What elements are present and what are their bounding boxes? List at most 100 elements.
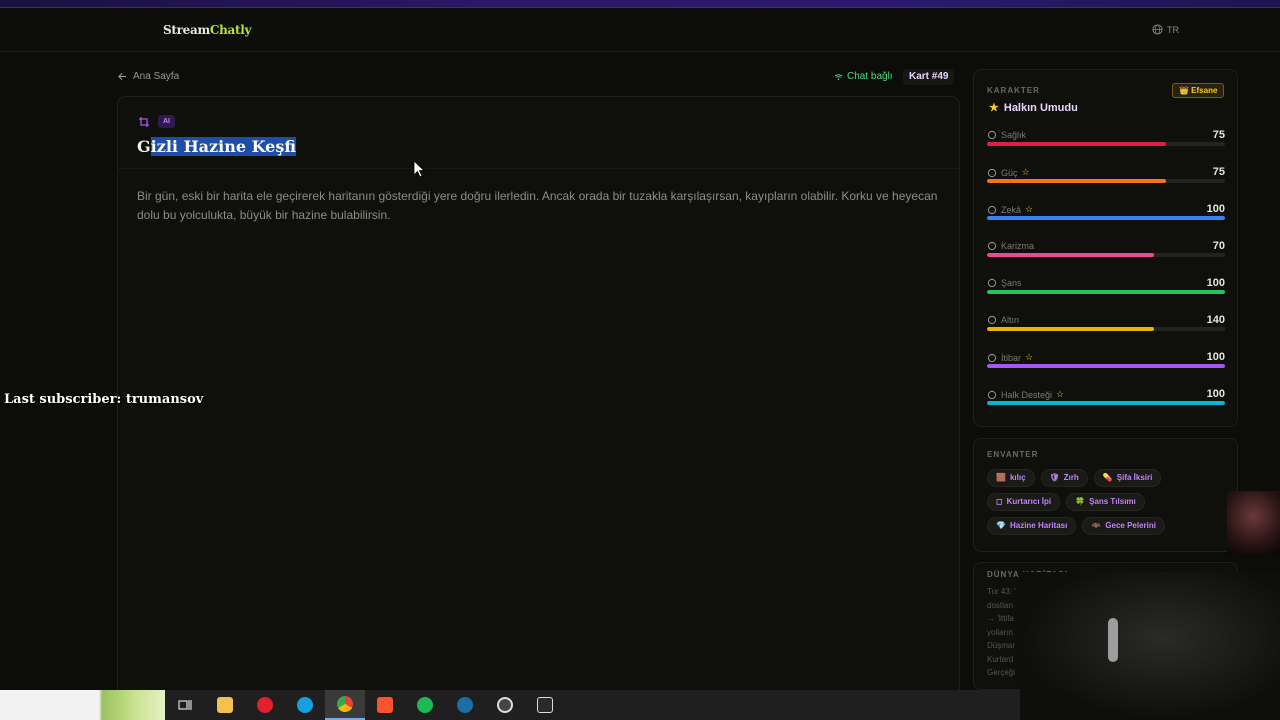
stat-label: Halk Desteği ☆ bbox=[987, 389, 1064, 400]
world-log-line: Düşmar bbox=[987, 641, 1016, 650]
stat-value: 75 bbox=[1212, 166, 1225, 178]
star-outline-icon: ☆ bbox=[1025, 352, 1034, 362]
spotify-icon[interactable] bbox=[405, 690, 445, 720]
item-icon: 🦇 bbox=[1091, 521, 1102, 530]
obs-icon[interactable] bbox=[485, 690, 525, 720]
chat-status-label: Chat bağlı bbox=[847, 71, 893, 82]
item-icon: 💎 bbox=[996, 521, 1006, 530]
stat-bar bbox=[987, 401, 1225, 405]
crop-icon bbox=[139, 117, 149, 127]
rank-badge: 👑 Efsane bbox=[1172, 83, 1225, 98]
stat-label: İtibar ☆ bbox=[987, 352, 1033, 363]
stat-label: Altın bbox=[987, 315, 1019, 325]
brave-icon[interactable] bbox=[365, 690, 405, 720]
inventory-items: 🟫 kılıç 🛡 Zırh 💊 Şifa İksiri ◻ Kurtarıcı İpi 🍀 Şa… bbox=[987, 469, 1227, 535]
skype-icon[interactable] bbox=[285, 690, 325, 720]
stat-bar-fill bbox=[987, 327, 1154, 331]
story-title: Gizli Hazine Keşfi bbox=[137, 137, 296, 156]
inventory-section-label: ENVANTER bbox=[987, 450, 1039, 459]
stat-bar-fill bbox=[987, 401, 1225, 405]
heart-icon bbox=[987, 130, 997, 140]
stat-value: 100 bbox=[1206, 388, 1225, 400]
taskbar-search[interactable] bbox=[0, 690, 165, 720]
world-log-line: dostları bbox=[987, 600, 1014, 610]
mouse-cursor-icon bbox=[413, 160, 425, 178]
item-icon: ◻ bbox=[996, 497, 1003, 506]
webcam-overlay-small bbox=[1227, 491, 1280, 554]
world-log-line: Tur 43: ' bbox=[987, 587, 1016, 596]
world-log: Tur 43: ' dostları → 'İttifa yolların Düşmar… bbox=[987, 585, 1016, 680]
arrow-left-icon bbox=[118, 72, 127, 81]
stat-bar-fill bbox=[987, 364, 1225, 368]
opera-icon[interactable] bbox=[245, 690, 285, 720]
back-label: Ana Sayfa bbox=[133, 71, 180, 82]
stat-bar-fill bbox=[987, 253, 1154, 257]
file-explorer-icon[interactable] bbox=[205, 690, 245, 720]
stat-bar bbox=[987, 290, 1225, 294]
stat-value: 100 bbox=[1206, 277, 1225, 289]
stat-bar-fill bbox=[987, 216, 1225, 220]
webcam-overlay bbox=[1020, 572, 1280, 720]
globe-icon bbox=[1152, 24, 1163, 35]
logo[interactable]: StreamChatly bbox=[163, 23, 251, 37]
star-outline-icon: ☆ bbox=[1056, 389, 1065, 399]
navbar: StreamChatly TR bbox=[0, 8, 1280, 52]
stat-bar-fill bbox=[987, 179, 1166, 183]
character-section-label: KARAKTER bbox=[987, 86, 1040, 95]
stat-row: Zekâ ☆ 100 bbox=[987, 203, 1225, 234]
inventory-panel: ENVANTER 🟫 kılıç 🛡 Zırh 💊 Şifa İksiri ◻ Kurtarı… bbox=[973, 438, 1238, 552]
stat-bar bbox=[987, 327, 1225, 331]
epic-games-icon[interactable] bbox=[525, 690, 565, 720]
stat-row: Sağlık 75 bbox=[987, 129, 1225, 160]
back-link[interactable]: Ana Sayfa bbox=[118, 71, 179, 82]
stat-row: Karizma 70 bbox=[987, 240, 1225, 271]
stat-bar bbox=[987, 216, 1225, 220]
stream-overlay-strip bbox=[0, 0, 1280, 8]
star-icon: ★ bbox=[989, 102, 999, 114]
inventory-item[interactable]: 🦇 Gece Pelerini bbox=[1082, 517, 1165, 535]
chrome-icon[interactable] bbox=[325, 690, 365, 720]
star-outline-icon: ☆ bbox=[1025, 204, 1034, 214]
item-icon: 💊 bbox=[1102, 473, 1113, 482]
stat-label: Sağlık bbox=[987, 130, 1026, 140]
stat-value: 100 bbox=[1206, 351, 1225, 363]
inventory-item[interactable]: ◻ Kurtarıcı İpi bbox=[987, 493, 1061, 511]
sword-icon bbox=[987, 168, 997, 177]
stat-bar bbox=[987, 253, 1225, 257]
inventory-item[interactable]: 💊 Şifa İksiri bbox=[1093, 469, 1162, 487]
item-icon: 🛡 bbox=[1049, 473, 1060, 482]
brain-icon bbox=[987, 205, 997, 214]
steam-icon[interactable] bbox=[445, 690, 485, 720]
last-subscriber-overlay: Last subscriber: trumansov bbox=[4, 392, 204, 407]
stat-row: Halk Desteği ☆ 100 bbox=[987, 388, 1225, 419]
stat-label: Güç ☆ bbox=[987, 167, 1030, 178]
stat-row: Şans 100 bbox=[987, 277, 1225, 308]
selected-text: izli Hazine Keşfi bbox=[150, 137, 296, 156]
language-label: TR bbox=[1167, 24, 1179, 35]
people-icon bbox=[987, 390, 997, 399]
inventory-item[interactable]: 💎 Hazine Haritası bbox=[987, 517, 1077, 535]
stat-label: Şans bbox=[987, 278, 1022, 288]
language-switcher[interactable]: TR bbox=[1152, 24, 1179, 35]
taskbar bbox=[0, 690, 1020, 720]
headset bbox=[1108, 618, 1118, 662]
stat-label: Karizma bbox=[987, 241, 1034, 251]
task-view-icon[interactable] bbox=[165, 690, 205, 720]
inventory-item[interactable]: 🟫 kılıç bbox=[987, 469, 1035, 487]
stat-value: 70 bbox=[1212, 240, 1225, 252]
item-icon: 🍀 bbox=[1075, 497, 1086, 506]
story-card-header: AI Gizli Hazine Keşfi bbox=[118, 97, 959, 169]
card-number-badge: Kart #49 bbox=[903, 69, 955, 85]
stat-label: Zekâ ☆ bbox=[987, 204, 1033, 215]
inventory-item[interactable]: 🍀 Şans Tılsımı bbox=[1066, 493, 1145, 511]
wifi-icon bbox=[834, 73, 843, 80]
star-outline-icon: ☆ bbox=[1021, 167, 1030, 177]
world-log-line: Kurtard bbox=[987, 654, 1014, 664]
chat-icon bbox=[987, 241, 997, 251]
inventory-item[interactable]: 🛡 Zırh bbox=[1040, 469, 1088, 487]
story-description: Bir gün, eski bir harita ele geçirerek h… bbox=[137, 189, 938, 222]
stat-value: 75 bbox=[1212, 129, 1225, 141]
stat-value: 140 bbox=[1206, 314, 1225, 326]
stat-row: İtibar ☆ 100 bbox=[987, 351, 1225, 382]
item-icon: 🟫 bbox=[996, 473, 1006, 482]
